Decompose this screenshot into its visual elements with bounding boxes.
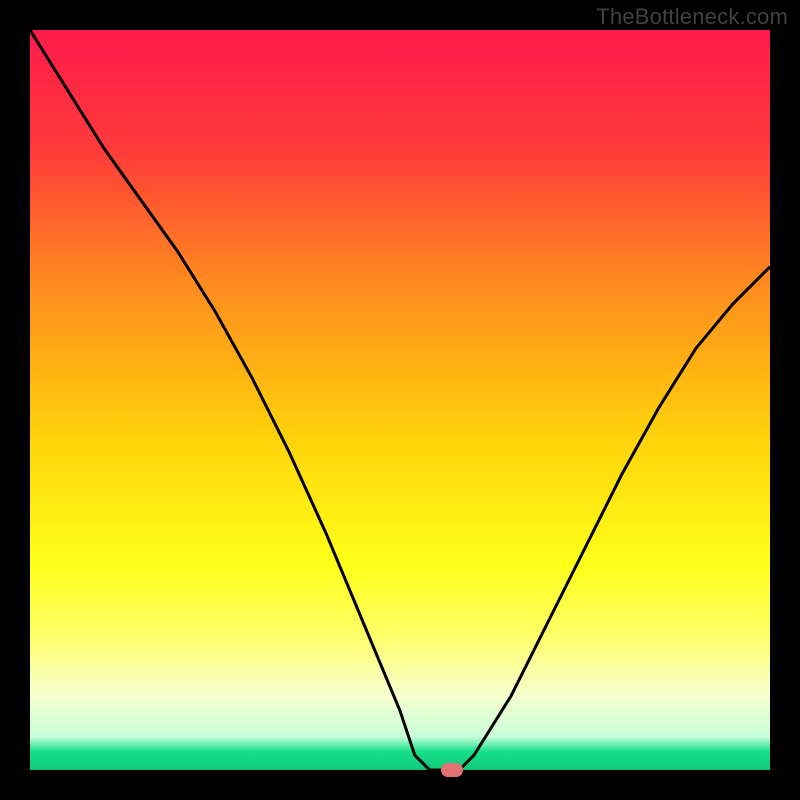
gradient-background [30,30,770,770]
watermark-text: TheBottleneck.com [596,4,788,30]
bottleneck-plot [30,30,770,770]
optimal-point-marker [441,763,463,777]
chart-frame: TheBottleneck.com [0,0,800,800]
